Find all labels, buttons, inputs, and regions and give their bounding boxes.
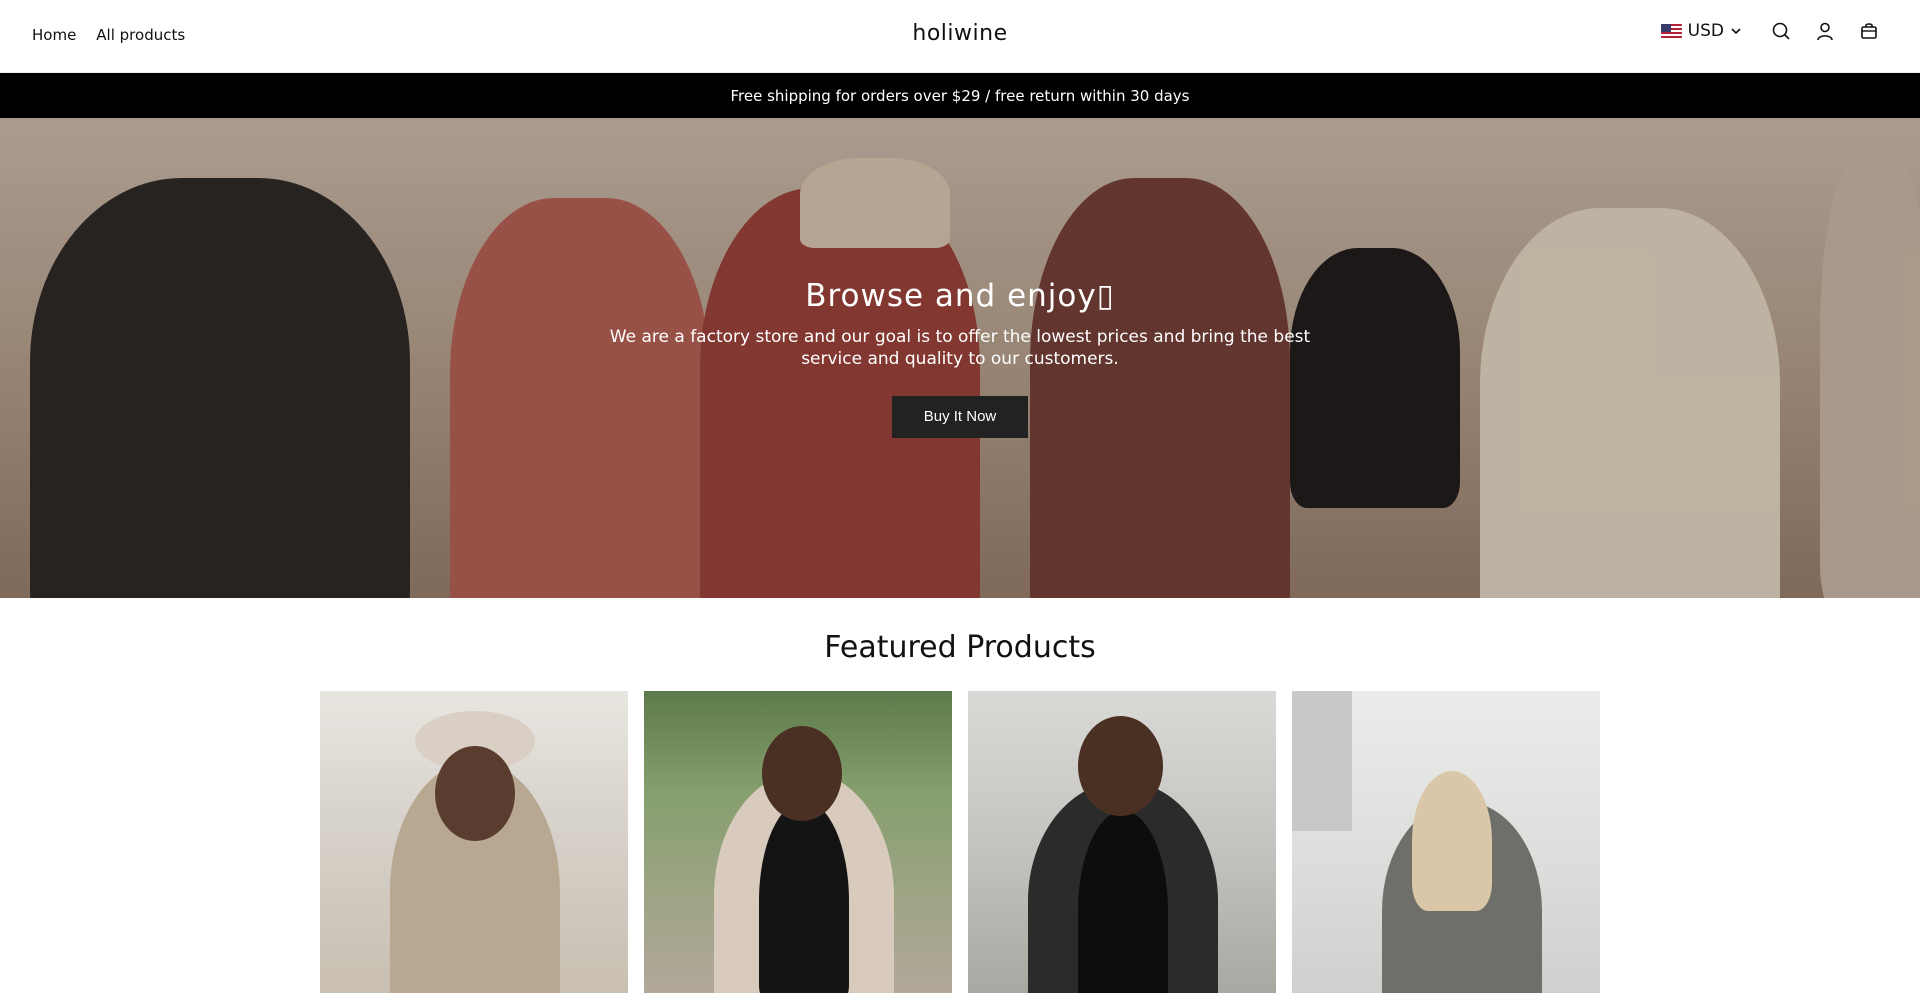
us-flag-icon [1660,24,1682,38]
product-card[interactable] [320,691,628,993]
product-card[interactable] [644,691,952,993]
brand-logo[interactable]: holiwine [912,21,1007,46]
header-tools: USD [1660,20,1880,42]
hero-banner: Browse and enjoy▯ We are a factory store… [0,118,1920,598]
main-nav: Home All products [32,26,185,44]
currency-selector[interactable]: USD [1660,21,1742,41]
featured-products-title: Featured Products [824,630,1096,665]
currency-label: USD [1687,21,1724,41]
brand-logo-wrapper: holiwine [0,21,1920,46]
chevron-down-icon [1731,28,1741,35]
product-card[interactable] [1292,691,1600,993]
buy-it-now-button[interactable]: Buy It Now [891,396,1029,438]
cart-icon[interactable] [1858,20,1880,42]
hero-content: Browse and enjoy▯ We are a factory store… [0,278,1920,438]
hero-title: Browse and enjoy▯ [805,278,1115,314]
hero-description: We are a factory store and our goal is t… [609,327,1311,369]
nav-all-products-link[interactable]: All products [96,26,185,44]
nav-home-link[interactable]: Home [32,26,76,44]
announcement-text: Free shipping for orders over $29 / free… [730,86,1190,105]
announcement-bar: Free shipping for orders over $29 / free… [0,73,1920,118]
featured-products-grid [320,691,1600,993]
account-icon[interactable] [1814,20,1836,42]
search-icon[interactable] [1770,20,1792,42]
product-card[interactable] [968,691,1276,993]
site-header: Home All products holiwine USD [0,0,1920,73]
